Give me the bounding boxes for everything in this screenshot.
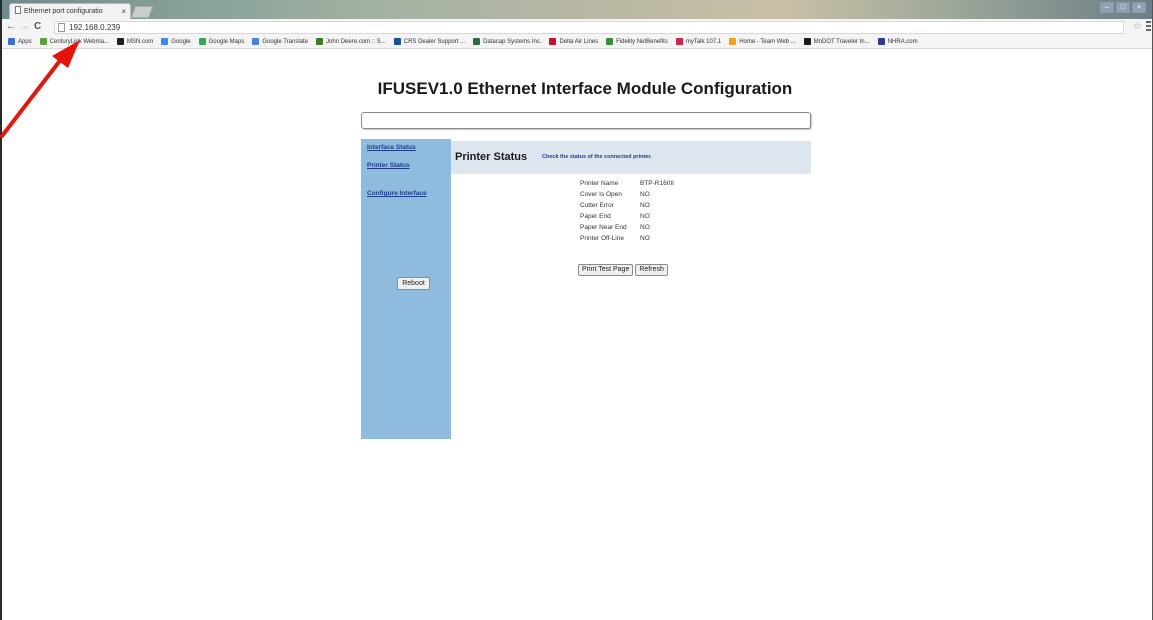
bookmark-label: NHRA.com xyxy=(887,38,918,45)
bookmark-favicon-icon xyxy=(473,38,481,45)
status-label: Cover Is Open xyxy=(580,191,622,198)
new-tab-button[interactable] xyxy=(130,6,154,18)
status-header: Printer Status Check the status of the c… xyxy=(451,141,811,174)
maximize-button[interactable]: □ xyxy=(1116,2,1130,13)
status-value: NO xyxy=(640,213,650,220)
bookmark-favicon-icon xyxy=(803,38,811,45)
bookmark-label: Home - Team Web ... xyxy=(739,38,796,45)
bookmark-item[interactable]: Fidelity NetBenefits xyxy=(606,38,668,45)
bookmark-favicon-icon xyxy=(161,38,169,45)
annotation-arrow xyxy=(0,40,80,138)
back-button[interactable]: ← xyxy=(6,19,16,35)
address-bar[interactable]: 192.168.0.239 xyxy=(54,21,1124,34)
sidebar-link-printer-status[interactable]: Printer Status xyxy=(367,162,410,169)
bookmark-label: MnDOT Traveler In... xyxy=(813,38,870,45)
bookmark-label: CRS Dealer Support ... xyxy=(403,38,466,45)
browser-titlebar: Ethernet port configuratio × – □ × xyxy=(2,0,1152,19)
reboot-button[interactable]: Reboot xyxy=(397,277,430,290)
status-description: Check the status of the connected printe… xyxy=(542,154,652,160)
bookmark-item[interactable]: Google Maps xyxy=(198,38,245,45)
bookmark-label: myTalk 107.1 xyxy=(685,38,722,45)
bookmark-item[interactable]: Google Translate xyxy=(252,38,308,45)
bookmark-favicon-icon xyxy=(606,38,614,45)
bookmark-item[interactable]: Datacap Systems Inc. xyxy=(473,38,541,45)
bookmark-label: Fidelity NetBenefits xyxy=(616,38,668,45)
status-label: Paper Near End xyxy=(580,224,627,231)
status-heading: Printer Status xyxy=(455,151,528,163)
status-row: Printer Off-Line NO xyxy=(580,235,690,246)
bookmark-item[interactable]: John Deere.com :: S... xyxy=(316,38,386,45)
bookmark-label: Google xyxy=(171,38,191,45)
bookmark-item[interactable]: MSN.com xyxy=(116,38,154,45)
status-label: Cutter Error xyxy=(580,202,614,209)
tab-close-icon[interactable]: × xyxy=(121,4,126,19)
status-actions: Print Test Page Refresh xyxy=(578,264,668,276)
browser-toolbar: ← → C 192.168.0.239 ☆ xyxy=(2,19,1152,35)
page-icon xyxy=(58,23,65,32)
bookmark-favicon-icon xyxy=(393,38,401,45)
browser-tab[interactable]: Ethernet port configuratio × xyxy=(9,3,131,19)
sidebar: Interface Status Printer Status Configur… xyxy=(361,139,451,439)
refresh-button[interactable]: Refresh xyxy=(635,264,668,276)
status-row: Paper Near End NO xyxy=(580,224,690,235)
printer-status-table: Printer Name BTP-R160II Cover Is Open NO C… xyxy=(580,180,690,246)
bookmarks-bar: Apps CenturyLink Webma... MSN.com Google Goo… xyxy=(2,35,1152,49)
bookmark-item[interactable]: Delta Air Lines xyxy=(549,38,598,45)
bookmark-item[interactable]: Google xyxy=(161,38,191,45)
status-label: Paper End xyxy=(580,213,611,220)
status-label: Printer Off-Line xyxy=(580,235,624,242)
minimize-button[interactable]: – xyxy=(1100,2,1114,13)
bookmark-item[interactable]: CRS Dealer Support ... xyxy=(393,38,466,45)
bookmark-favicon-icon xyxy=(252,38,260,45)
bookmark-favicon-icon xyxy=(729,38,737,45)
bookmark-favicon-icon xyxy=(549,38,557,45)
bookmark-star-icon[interactable]: ☆ xyxy=(1133,19,1142,35)
status-value: BTP-R160II xyxy=(640,180,674,187)
bookmark-item[interactable]: myTalk 107.1 xyxy=(675,38,722,45)
status-row: Cover Is Open NO xyxy=(580,191,690,202)
status-value: NO xyxy=(640,224,650,231)
status-value: NO xyxy=(640,235,650,242)
bookmark-item[interactable]: MnDOT Traveler In... xyxy=(803,38,870,45)
top-banner-bar xyxy=(361,112,811,129)
bookmark-item[interactable]: Home - Team Web ... xyxy=(729,38,796,45)
reload-button[interactable]: C xyxy=(34,19,41,35)
page-title: IFUSEV1.0 Ethernet Interface Module Conf… xyxy=(377,79,793,98)
bookmark-favicon-icon xyxy=(675,38,683,45)
status-label: Printer Name xyxy=(580,180,619,187)
bookmark-favicon-icon xyxy=(877,38,885,45)
bookmark-favicon-icon xyxy=(116,38,124,45)
bookmark-favicon-icon xyxy=(198,38,206,45)
sidebar-link-configure-interface[interactable]: Configure Interface xyxy=(367,190,427,197)
bookmark-label: Google Maps xyxy=(208,38,245,45)
page-icon xyxy=(15,6,21,14)
status-value: NO xyxy=(640,191,650,198)
bookmark-item[interactable]: NHRA.com xyxy=(877,38,918,45)
bookmark-label: Google Translate xyxy=(262,38,309,45)
bookmark-label: John Deere.com :: S... xyxy=(326,38,386,45)
status-value: NO xyxy=(640,202,650,209)
status-row: Paper End NO xyxy=(580,213,690,224)
address-text: 192.168.0.239 xyxy=(69,23,121,32)
forward-button[interactable]: → xyxy=(19,19,29,35)
window-controls: – □ × xyxy=(1100,2,1146,13)
bookmark-favicon-icon xyxy=(316,38,324,45)
bookmark-label: MSN.com xyxy=(126,38,154,45)
print-test-page-button[interactable]: Print Test Page xyxy=(578,264,634,276)
bookmark-label: Datacap Systems Inc. xyxy=(483,38,542,45)
status-row: Printer Name BTP-R160II xyxy=(580,180,690,191)
bookmark-label: Delta Air Lines xyxy=(559,38,599,45)
menu-icon[interactable] xyxy=(1146,21,1151,31)
status-row: Cutter Error NO xyxy=(580,202,690,213)
close-window-button[interactable]: × xyxy=(1132,2,1146,13)
tab-title: Ethernet port configuratio xyxy=(24,8,103,15)
sidebar-link-interface-status[interactable]: Interface Status xyxy=(367,144,416,151)
